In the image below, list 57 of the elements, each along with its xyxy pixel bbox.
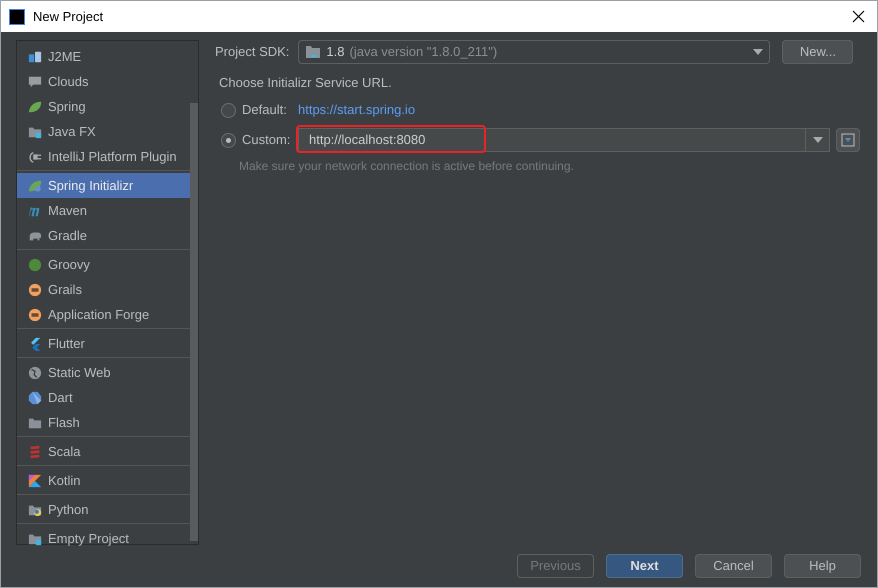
sidebar-item[interactable]: Gradle <box>17 223 190 248</box>
sidebar-item[interactable]: Clouds <box>17 69 190 94</box>
option-label: Default: <box>242 101 288 120</box>
scrollbar[interactable] <box>190 103 198 541</box>
dialog-button[interactable]: Help <box>784 554 861 578</box>
sidebar-item[interactable]: J2ME <box>17 44 190 69</box>
sidebar-item[interactable]: Application Forge <box>17 302 190 327</box>
dropdown-arrow-icon <box>812 137 822 143</box>
sdk-label: Project SDK: <box>215 43 290 62</box>
folder-icon <box>305 45 322 59</box>
folder-icon <box>28 532 42 546</box>
url-value: http://localhost:8080 <box>308 131 426 150</box>
k-letter-icon <box>28 474 42 488</box>
sidebar-item[interactable]: Dart <box>17 385 190 410</box>
default-url-link[interactable]: https://start.spring.io <box>298 100 416 120</box>
url-dropdown-field[interactable]: http://localhost:8080 <box>298 128 830 152</box>
radio-button[interactable] <box>221 132 236 148</box>
sidebar-item[interactable]: IntelliJ Platform Plugin <box>17 144 190 169</box>
plug-icon <box>28 150 42 164</box>
sidebar-item[interactable]: Kotlin <box>17 468 190 493</box>
download-icon <box>841 133 855 147</box>
folder-icon <box>28 416 42 430</box>
hexagon-icon <box>28 390 42 404</box>
download-button[interactable] <box>836 128 860 152</box>
close-icon[interactable] <box>852 10 865 23</box>
sidebar-item[interactable]: Spring Initializr <box>17 173 190 198</box>
sdk-version: 1.8 <box>326 43 344 62</box>
sidebar-item[interactable]: Grails <box>17 277 190 302</box>
folder-icon <box>28 124 42 138</box>
leaf-icon <box>28 100 42 114</box>
sidebar-item[interactable]: Java FX <box>17 119 190 144</box>
sidebar-item[interactable]: Groovy <box>17 252 190 277</box>
radio-button[interactable] <box>221 102 236 118</box>
sidebar-item[interactable]: Scala <box>17 439 190 464</box>
window-title: New Project <box>33 8 104 26</box>
section-heading: Choose Initializr Service URL. <box>219 74 393 90</box>
dialog-button[interactable]: Next <box>606 554 683 578</box>
sidebar-item[interactable]: Flutter <box>17 331 190 356</box>
dialog-button[interactable]: Cancel <box>695 554 772 578</box>
phone-icon <box>28 50 42 64</box>
stripes-icon <box>28 444 42 458</box>
sidebar-item[interactable]: Maven <box>17 198 190 223</box>
app-icon <box>9 8 25 24</box>
folder-icon <box>28 502 42 516</box>
new-sdk-button[interactable]: New... <box>782 40 854 64</box>
speech-bubble-icon <box>28 74 42 88</box>
hint-text: Make sure your network connection is active before continuing. <box>239 158 575 175</box>
dropdown-arrow-icon <box>753 49 764 55</box>
sdk-dropdown[interactable]: 1.8 (java version "1.8.0_211") <box>298 40 770 64</box>
sidebar-item[interactable]: Spring <box>17 94 190 119</box>
sidebar-item[interactable]: Flash <box>17 410 190 435</box>
sidebar-item[interactable]: Python <box>17 497 190 522</box>
sidebar-item[interactable]: Empty Project <box>17 526 190 551</box>
option-label: Custom: <box>242 131 292 150</box>
chevron-icon <box>28 336 42 350</box>
sdk-detail: (java version "1.8.0_211") <box>350 43 498 62</box>
sidebar-item[interactable]: Static Web <box>17 360 190 385</box>
